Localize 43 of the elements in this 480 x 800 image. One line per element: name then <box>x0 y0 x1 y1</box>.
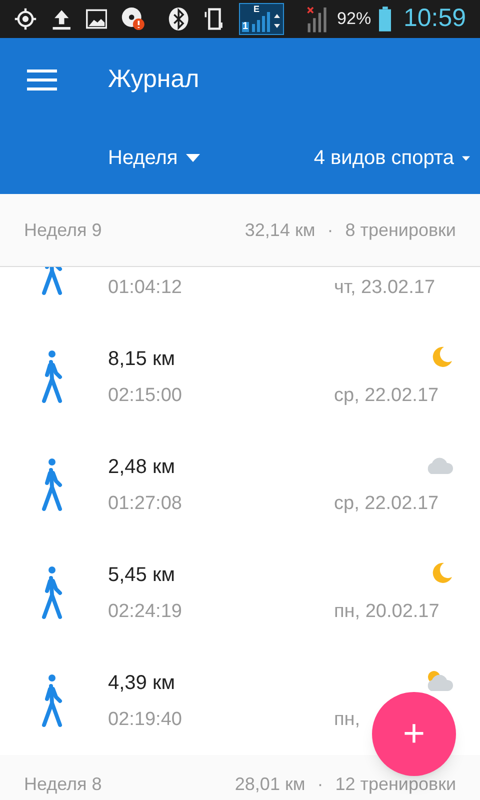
filter-dropdown[interactable]: Неделя <box>108 143 200 173</box>
moon-icon <box>430 560 454 585</box>
week-title: Неделя 8 <box>24 773 102 795</box>
page-title: Журнал <box>108 64 200 96</box>
sim-number: 1 <box>242 22 250 32</box>
caret-icon <box>462 156 470 160</box>
workout-date: ср, 22.02.17 <box>334 384 439 408</box>
workout-distance: 2,48 км <box>108 456 175 478</box>
network-type-label: E <box>254 3 260 16</box>
battery-icon <box>379 5 392 33</box>
workout-date: пн, 20.02.17 <box>334 600 440 624</box>
signal-bars-icon <box>251 10 282 32</box>
clock: 10:59 <box>403 3 466 34</box>
workout-date: ср, 22.02.17 <box>334 492 439 516</box>
workout-duration: 02:15:00 <box>108 384 182 408</box>
workout-duration: 01:04:12 <box>108 276 182 300</box>
workout-duration: 01:27:08 <box>108 492 182 516</box>
week-workout-count: 12 тренировки <box>335 773 456 795</box>
location-target-icon <box>14 6 37 32</box>
separator-dot: · <box>317 773 324 795</box>
workout-distance: 4,39 км <box>108 672 175 694</box>
workout-distance: 5,45 км <box>108 564 175 586</box>
vibrate-icon <box>203 5 225 33</box>
moon-icon <box>430 344 454 369</box>
workout-duration: 02:19:40 <box>108 708 182 732</box>
workout-distance: 8,15 км <box>108 348 175 370</box>
filter-dropdown[interactable]: 4 видов спорта <box>314 143 470 173</box>
week-workout-count: 8 тренировки <box>345 218 456 242</box>
image-icon <box>86 8 108 30</box>
bluetooth-icon <box>168 5 190 33</box>
disc-alert-icon <box>121 5 146 33</box>
add-workout-button[interactable]: + <box>372 692 456 776</box>
week-title: Неделя 9 <box>24 218 102 242</box>
caret-icon <box>186 154 200 162</box>
week-distance: 28,01 км <box>234 773 306 795</box>
battery-percent: 92% <box>337 8 372 30</box>
workout-duration: 02:24:19 <box>108 600 182 624</box>
menu-icon <box>27 69 57 91</box>
workout-date: чт, 23.02.17 <box>334 276 436 300</box>
no-signal-icon <box>306 4 330 34</box>
workout-date: пн, <box>334 708 360 732</box>
separator-dot: · <box>327 218 334 242</box>
week-distance: 32,14 км <box>244 218 316 242</box>
